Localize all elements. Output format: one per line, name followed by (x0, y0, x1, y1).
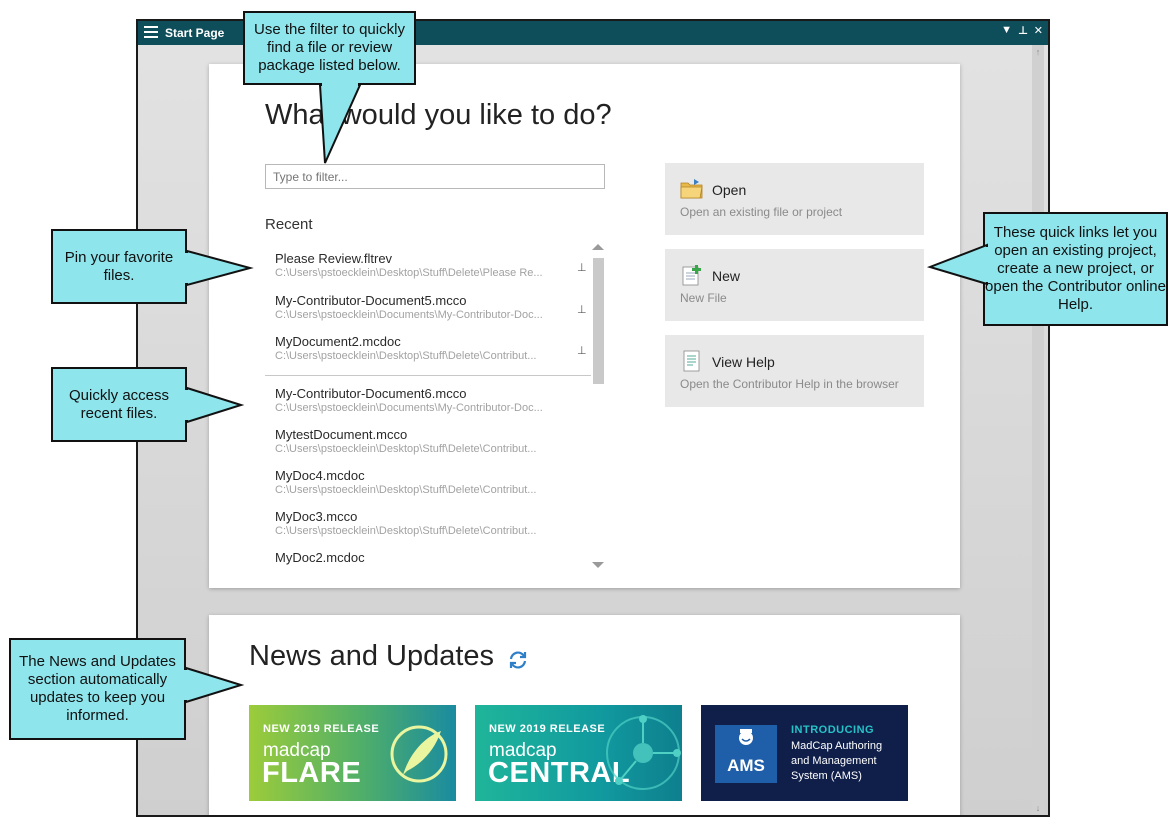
list-item[interactable]: My-Contributor-Document6.mcco C:\Users\p… (275, 386, 580, 414)
file-path: C:\Users\pstoecklein\Desktop\Stuff\Delet… (275, 267, 543, 279)
quick-link-title: Open (712, 182, 747, 198)
ams-logo: AMS (715, 725, 777, 783)
callout-text: These quick links let you open an existi… (985, 224, 1166, 313)
file-path: C:\Users\pstoecklein\Desktop\Stuff\Delet… (275, 443, 537, 455)
list-item[interactable]: Please Review.fltrev C:\Users\pstoecklei… (275, 251, 580, 279)
quick-links-callout: These quick links let you open an existi… (926, 212, 1168, 326)
window-title: Start Page (165, 26, 225, 40)
file-name: MytestDocument.mcco (275, 427, 408, 442)
ams-banner[interactable]: AMS INTRODUCING MadCap Authoring and Man… (701, 705, 908, 801)
dropdown-arrow-icon[interactable]: ▼ (1001, 24, 1012, 36)
recent-scrollbar[interactable] (591, 244, 605, 568)
recent-callout: Quickly access recent files. (51, 367, 245, 442)
file-path: C:\Users\pstoecklein\Desktop\Stuff\Delet… (275, 484, 537, 496)
quick-link-title: New (712, 268, 741, 284)
close-icon[interactable]: ✕ (1034, 24, 1043, 37)
open-quick-link[interactable]: Open Open an existing file or project (665, 163, 924, 235)
pin-icon[interactable]: ⊥ (577, 344, 587, 357)
recent-label: Recent (265, 216, 313, 233)
banner-line: MadCap Authoring (791, 740, 883, 752)
start-page-window: Start Page ▼ ⊥ ✕ What would you like to … (136, 19, 1050, 817)
pinned-divider (265, 375, 591, 376)
new-file-icon (682, 265, 701, 286)
callout-text: Quickly access recent files. (68, 386, 170, 422)
quick-link-desc: Open an existing file or project (680, 205, 843, 219)
list-item[interactable]: MyDoc4.mcdoc C:\Users\pstoecklein\Deskto… (275, 468, 580, 496)
pin-icon[interactable]: ⊥ (577, 303, 587, 316)
banner-kicker: NEW 2019 RELEASE (263, 723, 380, 735)
help-document-icon (683, 350, 700, 372)
pin-icon[interactable]: ⊥ (577, 261, 587, 274)
folder-icon (680, 179, 703, 199)
scroll-down-icon[interactable]: ↓ (1032, 803, 1044, 813)
file-name: MyDoc3.mcco (275, 509, 358, 524)
list-item[interactable]: MyDoc3.mcco C:\Users\pstoecklein\Desktop… (275, 509, 580, 537)
file-path: C:\Users\pstoecklein\Documents\My-Contri… (275, 309, 543, 321)
ams-logo-text: AMS (727, 756, 765, 775)
scroll-down-icon[interactable] (592, 562, 604, 568)
filter-callout: Use the filter to quickly find a file or… (243, 11, 416, 164)
file-name: MyDoc4.mcdoc (275, 468, 365, 483)
file-name: Please Review.fltrev (275, 251, 393, 266)
news-title: News and Updates (249, 640, 495, 672)
flare-banner[interactable]: NEW 2019 RELEASE madcap FLARE (249, 705, 456, 801)
pin-window-icon[interactable]: ⊥ (1018, 24, 1028, 37)
banner-line: and Management (791, 755, 877, 767)
banner-kicker: INTRODUCING (791, 724, 875, 736)
hamburger-menu-icon[interactable] (144, 26, 158, 38)
list-item[interactable]: MyDocument2.mcdoc C:\Users\pstoecklein\D… (275, 334, 580, 362)
quick-link-desc: Open the Contributor Help in the browser (680, 377, 899, 391)
central-banner[interactable]: NEW 2019 RELEASE madcap CENTRAL (475, 705, 682, 801)
feather-logo-icon (390, 725, 448, 783)
start-page-content: What would you like to do? Recent Please… (138, 45, 1048, 815)
scroll-thumb[interactable] (593, 258, 604, 384)
list-item[interactable]: MytestDocument.mcco C:\Users\pstoecklein… (275, 427, 580, 455)
news-callout: The News and Updates section automatical… (9, 638, 245, 740)
page-scrollbar[interactable]: ↑ ↓ (1032, 45, 1044, 815)
new-quick-link[interactable]: New New File (665, 249, 924, 321)
file-name: MyDocument2.mcdoc (275, 334, 401, 349)
banner-line: System (AMS) (791, 770, 862, 782)
scroll-up-icon[interactable]: ↑ (1032, 47, 1044, 57)
file-path: C:\Users\pstoecklein\Documents\My-Contri… (275, 402, 543, 414)
quick-link-title: View Help (712, 354, 775, 370)
file-name: My-Contributor-Document5.mcco (275, 293, 467, 308)
callout-text: The News and Updates section automatical… (19, 653, 176, 724)
refresh-icon[interactable] (507, 649, 529, 671)
mascot-icon (739, 729, 753, 745)
list-item[interactable]: My-Contributor-Document5.mcco C:\Users\p… (275, 293, 580, 321)
recent-files-list: Please Review.fltrev C:\Users\pstoecklei… (265, 244, 605, 568)
news-panel: News and Updates NEW 2019 RELEASE madcap… (209, 615, 960, 815)
pin-callout: Pin your favorite files. (51, 229, 254, 304)
network-logo-icon (606, 715, 681, 790)
quick-link-desc: New File (680, 291, 727, 305)
banner-kicker: NEW 2019 RELEASE (489, 723, 606, 735)
scroll-up-icon[interactable] (592, 244, 604, 250)
banner-product: FLARE (262, 757, 362, 789)
file-path: C:\Users\pstoecklein\Desktop\Stuff\Delet… (275, 525, 537, 537)
file-name: MyDoc2.mcdoc (275, 550, 365, 565)
callout-text: Use the filter to quickly find a file or… (254, 21, 405, 74)
start-panel: What would you like to do? Recent Please… (209, 64, 960, 588)
callout-text: Pin your favorite files. (64, 248, 174, 284)
list-item[interactable]: MyDoc2.mcdoc (275, 550, 580, 565)
view-help-quick-link[interactable]: View Help Open the Contributor Help in t… (665, 335, 924, 407)
page-title: What would you like to do? (265, 99, 612, 131)
file-path: C:\Users\pstoecklein\Desktop\Stuff\Delet… (275, 350, 537, 362)
file-name: My-Contributor-Document6.mcco (275, 386, 467, 401)
filter-input[interactable] (265, 164, 605, 189)
